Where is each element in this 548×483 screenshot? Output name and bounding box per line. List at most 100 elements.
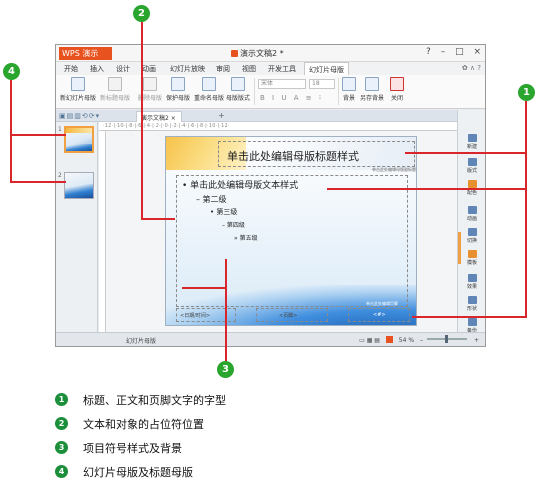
background-icon <box>342 77 356 91</box>
protect-master-label: 保护母版 <box>166 95 191 102</box>
list-button[interactable]: ⁝ <box>319 94 321 102</box>
font-name-select[interactable]: 宋体 <box>258 79 306 89</box>
delete-master-icon <box>143 77 157 91</box>
backup-icon <box>467 318 477 326</box>
legend-text: 项目符号样式及背景 <box>83 442 182 455</box>
new-master-button[interactable]: 新幻灯片母版 <box>60 77 96 102</box>
wps-app-menu-button[interactable]: WPS 演示 <box>59 47 112 60</box>
background-button[interactable]: 背景 <box>342 77 356 102</box>
date-placeholder[interactable]: <日期/时间> <box>176 308 236 322</box>
master-layout-icon <box>231 77 245 91</box>
menu-developer[interactable]: 开发工具 <box>268 64 296 74</box>
new-tab-button[interactable]: + <box>218 111 225 120</box>
task-shape[interactable]: 形状 <box>458 296 485 312</box>
transition-icon <box>467 228 477 236</box>
view-buttons[interactable]: ▭ ▦ ▤ <box>359 337 380 344</box>
zoom-out-button[interactable]: – <box>420 337 423 344</box>
quick-access-toolbar[interactable]: ▣▤▥⟲⟳▾ <box>59 112 100 120</box>
legend: 1 标题、正文和页脚文字的字型 2 文本和对象的占位符位置 3 项目符号样式及背… <box>55 391 355 483</box>
save-background-button[interactable]: 另存背景 <box>360 77 384 102</box>
document-tabs-bar: ▣▤▥⟲⟳▾ 演示文稿2 × + <box>56 110 485 122</box>
menu-home[interactable]: 开始 <box>64 64 78 74</box>
status-controls: ▭ ▦ ▤ 54 % – + <box>355 335 479 344</box>
leader-line-2 <box>141 22 143 219</box>
master-layout-button[interactable]: 母版版式 <box>226 77 250 102</box>
ribbon-divider <box>254 78 255 105</box>
slide-number-placeholder[interactable]: <#> <box>348 308 410 322</box>
play-slideshow-icon[interactable] <box>385 336 393 343</box>
leader-line-4 <box>10 134 66 136</box>
task-pane: 新建 版式 配色 动画 切换 模板 效果 形状 备份 <box>457 110 485 334</box>
task-transition[interactable]: 切换 <box>458 228 485 244</box>
task-template-label: 模板 <box>466 260 477 266</box>
callout-1: 1 <box>518 84 535 101</box>
thumbnail-wave <box>66 144 92 151</box>
animation-icon <box>467 206 477 214</box>
task-animation[interactable]: 动画 <box>458 206 485 222</box>
align-button[interactable]: ≡ <box>306 94 312 102</box>
footer-placeholder[interactable]: <页脚> <box>256 308 328 322</box>
font-size-select[interactable]: 18 <box>309 79 335 89</box>
master-layout-label: 母版版式 <box>226 95 251 102</box>
skin-settings-icon[interactable]: ✿ ∧ ? <box>462 64 481 72</box>
vertical-ruler <box>99 131 106 334</box>
italic-button[interactable]: I <box>272 94 274 102</box>
menu-review[interactable]: 审阅 <box>216 64 230 74</box>
ribbon-divider <box>338 78 339 105</box>
menu-slide-master[interactable]: 幻灯片母版 <box>304 62 349 75</box>
menu-design[interactable]: 设计 <box>116 64 130 74</box>
shape-icon <box>467 296 477 304</box>
leader-line-3 <box>182 287 226 289</box>
text-level-4: – 第四级 <box>222 222 245 229</box>
task-transition-label: 切换 <box>466 238 477 244</box>
font-color-button[interactable]: A <box>294 94 299 102</box>
rename-master-label: 重命名母版 <box>194 95 225 102</box>
protect-master-icon <box>171 77 185 91</box>
leader-line-1 <box>525 101 527 318</box>
legend-text: 标题、正文和页脚文字的字型 <box>83 394 226 407</box>
help-button[interactable]: ? <box>426 47 431 57</box>
legend-number: 4 <box>55 465 68 478</box>
close-window-button[interactable]: × <box>473 47 481 57</box>
callout-4: 4 <box>3 63 20 80</box>
title-placeholder[interactable]: 单击此处编辑母版标题样式 <box>218 141 415 167</box>
legend-number: 2 <box>55 417 68 430</box>
task-effect-label: 效果 <box>466 284 477 290</box>
menu-view[interactable]: 视图 <box>242 64 256 74</box>
protect-master-button[interactable]: 保护母版 <box>166 77 190 102</box>
new-icon <box>467 134 477 142</box>
horizontal-ruler: ·12·|·10·|·8·|·6·|·4·|·2·|·0·|·2·|·4·|·6… <box>99 122 459 131</box>
template-icon <box>467 250 477 258</box>
underline-button[interactable]: U <box>281 94 286 102</box>
legend-text: 文本和对象的占位符位置 <box>83 418 204 431</box>
legend-item: 1 标题、正文和页脚文字的字型 <box>55 391 355 415</box>
task-template[interactable]: 模板 <box>458 250 485 266</box>
task-new[interactable]: 新建 <box>458 134 485 150</box>
zoom-in-button[interactable]: + <box>474 337 479 344</box>
task-layout[interactable]: 版式 <box>458 158 485 174</box>
menu-animation[interactable]: 动画 <box>142 64 156 74</box>
bold-button[interactable]: B <box>260 94 265 102</box>
text-level-3: • 第三级 <box>210 208 238 216</box>
menu-slideshow[interactable]: 幻灯片放映 <box>170 64 205 74</box>
callout-3: 3 <box>217 361 234 378</box>
thumbnail-title-bar <box>66 128 92 133</box>
window-controls: ? – □ × <box>419 47 481 57</box>
status-bar: 幻灯片母版 ▭ ▦ ▤ 54 % – + <box>56 332 485 346</box>
menu-insert[interactable]: 插入 <box>90 64 104 74</box>
title-master-thumbnail[interactable] <box>64 172 94 199</box>
layout-icon <box>467 158 477 166</box>
maximize-button[interactable]: □ <box>455 47 464 57</box>
zoom-slider[interactable] <box>426 335 467 343</box>
slide-master-thumbnail[interactable] <box>64 126 94 153</box>
close-master-button[interactable]: 关闭 <box>390 77 404 102</box>
text-level-5: » 第五级 <box>234 235 258 242</box>
legend-number: 3 <box>55 441 68 454</box>
task-effect[interactable]: 效果 <box>458 274 485 290</box>
rename-master-button[interactable]: 重命名母版 <box>194 77 224 102</box>
minimize-button[interactable]: – <box>441 47 446 57</box>
document-icon <box>231 50 238 57</box>
new-title-master-button[interactable]: 新标题母版 <box>100 77 130 102</box>
menu-bar: 开始 插入 设计 动画 幻灯片放映 审阅 视图 开发工具 幻灯片母版 ✿ ∧ ? <box>56 62 485 75</box>
task-color-scheme-label: 配色 <box>466 190 477 196</box>
